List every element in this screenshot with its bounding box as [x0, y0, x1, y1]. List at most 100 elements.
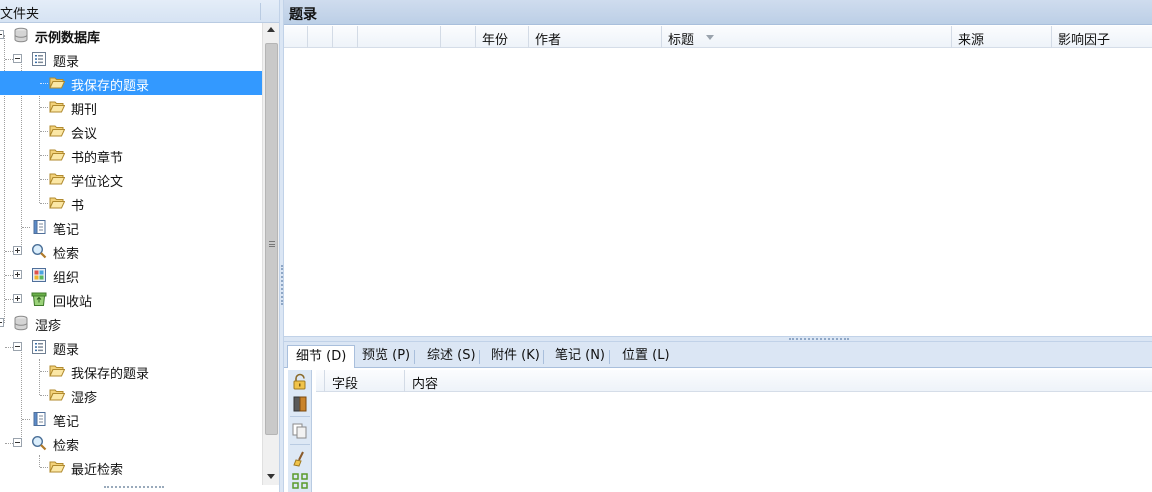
expand-toggle[interactable] — [13, 294, 22, 303]
collapse-toggle[interactable] — [0, 30, 4, 39]
column-header-2[interactable] — [308, 26, 333, 48]
expand-toggle[interactable] — [13, 246, 22, 255]
brush-icon[interactable] — [291, 450, 309, 468]
column-header-content[interactable]: 内容 — [405, 370, 1152, 392]
tab-separator — [543, 350, 544, 364]
tree-node-eczema-database[interactable]: 湿疹 — [0, 311, 262, 335]
tree-node-references[interactable]: 题录 — [0, 47, 262, 71]
column-header-4[interactable] — [358, 26, 441, 48]
records-panel-title: 题录 — [289, 7, 317, 23]
detail-tabs: 细节 (D) 预览 (P) 综述 (S) 附件 (K) 笔记 (N) 位置 (L… — [284, 342, 1152, 369]
tree-node-label: 检索 — [53, 247, 80, 262]
tree-node-notes[interactable]: 笔记 — [0, 215, 262, 239]
column-header-3[interactable] — [333, 26, 358, 48]
column-header-impact-factor[interactable]: 影响因子 — [1052, 26, 1152, 48]
column-header-source[interactable]: 来源 — [952, 26, 1052, 48]
records-panel: 题录 年份 作者 标题 来源 影响因子 细节 (D) 预览 (P) 综述 (S)… — [284, 0, 1152, 492]
tree-node-label: 我保存的题录 — [71, 79, 150, 94]
column-header-indicator[interactable] — [316, 370, 325, 392]
folder-open-icon — [49, 77, 65, 89]
tree-node-my-saved-references[interactable]: 我保存的题录 — [0, 71, 262, 95]
details-grid-header: 字段 内容 — [316, 370, 1152, 392]
collapse-toggle[interactable] — [13, 54, 22, 63]
tab-location[interactable]: 位置 (L) — [614, 345, 678, 368]
notebook-icon — [33, 412, 46, 426]
tab-details[interactable]: 细节 (D) — [287, 345, 356, 369]
folder-tree: 示例数据库 题录 我保存的题录 期刊 会议 书的章节 学位论文 书 笔记 检索 … — [0, 23, 262, 485]
tab-attachments[interactable]: 附件 (K) — [483, 345, 548, 368]
tree-node-book-chapter[interactable]: 书的章节 — [0, 143, 262, 167]
column-header-title[interactable]: 标题 — [662, 26, 952, 48]
tree-node-recycle-bin[interactable]: 回收站 — [0, 287, 262, 311]
folder-open-icon — [49, 365, 65, 377]
column-header-year[interactable]: 年份 — [476, 26, 529, 48]
column-header-5[interactable] — [441, 26, 476, 48]
collapse-toggle[interactable] — [13, 438, 22, 447]
bookmark-icon[interactable] — [291, 395, 309, 413]
tree-node-journal[interactable]: 期刊 — [0, 95, 262, 119]
scroll-down-arrow-icon[interactable] — [267, 474, 275, 479]
tree-node-eczema-folder[interactable]: 湿疹 — [0, 383, 262, 407]
tree-node-organize[interactable]: 组织 — [0, 263, 262, 287]
tab-preview[interactable]: 预览 (P) — [354, 345, 418, 368]
tree-node-recent-searches[interactable]: 最近检索 — [0, 455, 262, 479]
folder-panel-title: 文件夹 — [0, 7, 40, 22]
tree-node-label: 笔记 — [53, 223, 80, 238]
tree-node-label: 湿疹 — [35, 319, 62, 334]
column-header-author[interactable]: 作者 — [529, 26, 662, 48]
tree-node-thesis[interactable]: 学位论文 — [0, 167, 262, 191]
tree-node-search[interactable]: 检索 — [0, 431, 262, 455]
collapse-toggle[interactable] — [13, 342, 22, 351]
expand-toggle[interactable] — [13, 270, 22, 279]
tree-node-search[interactable]: 检索 — [0, 239, 262, 263]
tree-node-label: 组织 — [53, 271, 80, 286]
tree-node-conference[interactable]: 会议 — [0, 119, 262, 143]
folder-open-icon — [49, 173, 65, 185]
grid-icon[interactable] — [291, 472, 309, 490]
column-header-label: 内容 — [412, 377, 439, 392]
column-header-1[interactable] — [284, 26, 308, 48]
panel-resize-grip[interactable] — [104, 486, 164, 488]
tree-node-book[interactable]: 书 — [0, 191, 262, 215]
collapse-toggle[interactable] — [0, 318, 4, 327]
folder-open-icon — [49, 389, 65, 401]
tree-line — [40, 395, 48, 396]
tree-node-notes[interactable]: 笔记 — [0, 407, 262, 431]
tree-node-my-saved-references[interactable]: 我保存的题录 — [0, 359, 262, 383]
toolbar-separator — [290, 416, 310, 417]
folder-tree-scrollbar[interactable] — [262, 23, 279, 485]
database-icon — [14, 27, 28, 43]
records-grid-header: 年份 作者 标题 来源 影响因子 — [284, 26, 1152, 48]
folder-panel-header: 文件夹 — [0, 0, 281, 23]
column-header-field[interactable]: 字段 — [325, 370, 405, 392]
tree-node-label: 回收站 — [53, 295, 93, 310]
tab-separator — [414, 350, 415, 364]
scroll-up-arrow-icon[interactable] — [267, 27, 275, 32]
tab-separator — [609, 350, 610, 364]
tree-node-label: 题录 — [53, 55, 80, 70]
scroll-thumb[interactable] — [265, 43, 278, 435]
details-toolbar — [288, 370, 312, 492]
tree-line — [40, 107, 48, 108]
tree-node-label: 检索 — [53, 439, 80, 454]
tree-line — [22, 419, 30, 420]
tab-notes[interactable]: 笔记 (N) — [547, 345, 613, 368]
lock-icon[interactable] — [291, 373, 309, 391]
copy-icon[interactable] — [291, 422, 309, 440]
column-header-label: 标题 — [668, 33, 695, 48]
magnifier-icon — [31, 243, 47, 259]
records-grid-body[interactable] — [284, 48, 1152, 336]
tree-node-references[interactable]: 题录 — [0, 335, 262, 359]
folder-open-icon — [49, 149, 65, 161]
header-divider — [260, 3, 261, 20]
tree-node-label: 会议 — [71, 127, 98, 142]
splitter-grip — [789, 338, 849, 340]
folder-open-icon — [49, 101, 65, 113]
grip-icon — [269, 241, 275, 247]
tree-node-label: 湿疹 — [71, 391, 98, 406]
column-header-label: 来源 — [958, 33, 985, 48]
tree-node-example-database[interactable]: 示例数据库 — [0, 23, 262, 47]
tree-node-label: 学位论文 — [71, 175, 124, 190]
tab-summary[interactable]: 综述 (S) — [419, 345, 484, 368]
column-header-label: 影响因子 — [1058, 33, 1111, 48]
